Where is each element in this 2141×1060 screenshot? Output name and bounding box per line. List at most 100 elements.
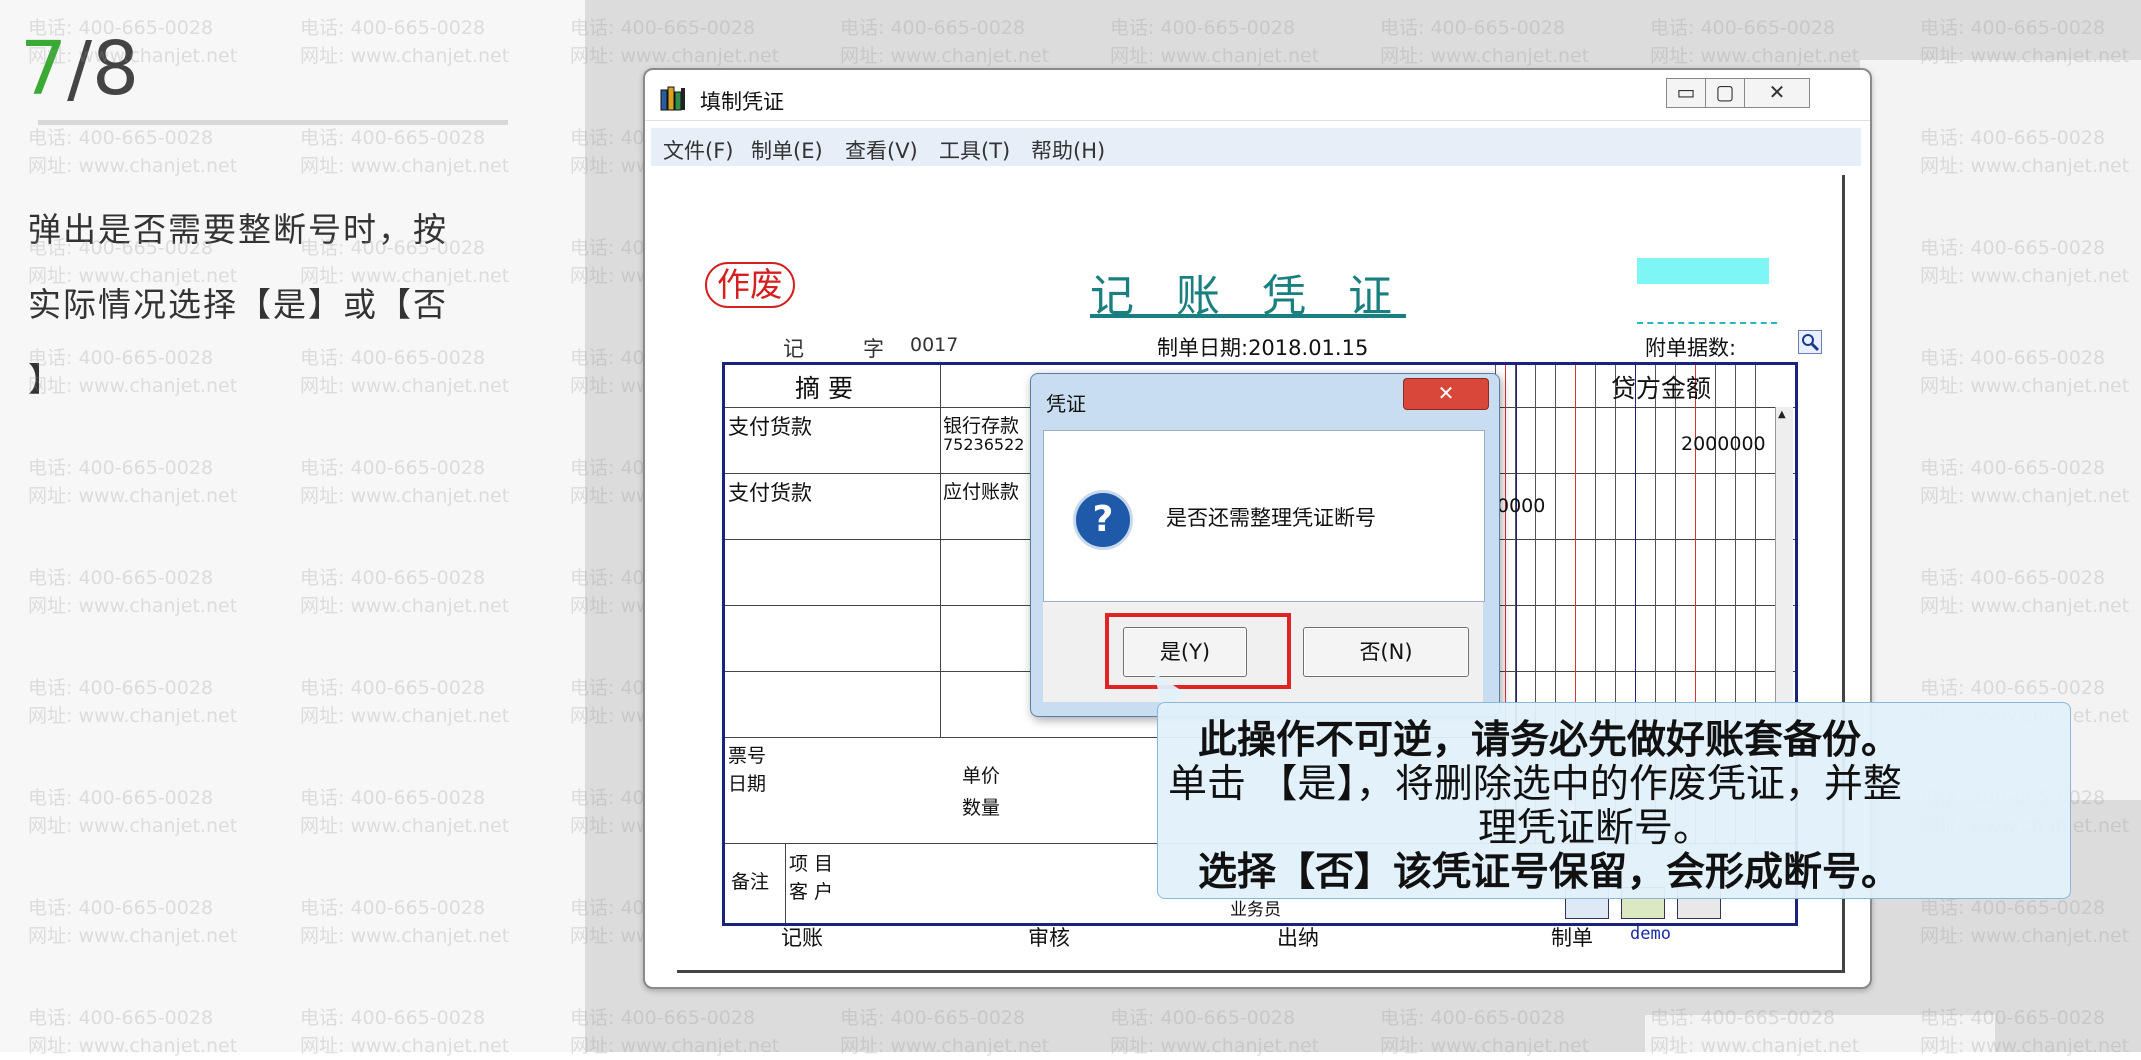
customer-label: 客 户 (789, 881, 834, 903)
ticket-date-label: 日期 (728, 773, 767, 795)
close-button[interactable]: ✕ (1744, 78, 1810, 108)
voucher-number[interactable]: 0017 (910, 334, 958, 356)
dialog-close-button[interactable]: ✕ (1403, 378, 1489, 410)
watermark-text: 电话: 400-665-0028 网址: www.chanjet.net (28, 894, 237, 950)
watermark-site: 网址: www.chanjet.net (28, 155, 238, 177)
watermark-phone: 电话: 400-665-0028 (300, 347, 486, 369)
watermark-text: 电话: 400-665-0028 网址: www.chanjet.net (28, 124, 237, 180)
menu-edit-voucher[interactable]: 制单(E) (751, 135, 823, 165)
yes-button[interactable]: 是(Y) (1123, 627, 1247, 677)
watermark-text: 电话: 400-665-0028 网址: www.chanjet.net (28, 674, 237, 730)
watermark-site: 网址: www.chanjet.net (1110, 1035, 1320, 1057)
watermark-phone: 电话: 400-665-0028 (840, 1007, 1026, 1029)
watermark-phone: 电话: 400-665-0028 (28, 567, 214, 589)
watermark-site: 网址: www.chanjet.net (300, 705, 510, 727)
watermark-text: 电话: 400-665-0028 网址: www.chanjet.net (1920, 454, 2129, 510)
row1-account-sub: 75236522 (943, 435, 1025, 454)
menu-help[interactable]: 帮助(H) (1031, 135, 1105, 165)
watermark-text: 电话: 400-665-0028 网址: www.chanjet.net (1920, 14, 2129, 70)
watermark-text: 电话: 400-665-0028 网址: www.chanjet.net (28, 14, 237, 70)
header-summary: 摘 要 (795, 374, 853, 403)
watermark-phone: 电话: 400-665-0028 (1920, 567, 2106, 589)
watermark-site: 网址: www.chanjet.net (28, 925, 238, 947)
watermark-site: 网址: www.chanjet.net (300, 1035, 510, 1057)
watermark-phone: 电话: 400-665-0028 (840, 17, 1026, 39)
restore-button[interactable]: ▢ (1705, 78, 1745, 108)
watermark-site: 网址: www.chanjet.net (1380, 1035, 1590, 1057)
row2-account[interactable]: 应付账款 (943, 477, 1019, 504)
minimize-button[interactable]: ▭ (1666, 78, 1706, 108)
watermark-site: 网址: www.chanjet.net (300, 815, 510, 837)
watermark-phone: 电话: 400-665-0028 (300, 567, 486, 589)
watermark-text: 电话: 400-665-0028 网址: www.chanjet.net (1110, 14, 1319, 70)
voucher-date[interactable]: 制单日期:2018.01.15 (1157, 332, 1368, 362)
watermark-phone: 电话: 400-665-0028 (300, 787, 486, 809)
watermark-phone: 电话: 400-665-0028 (1920, 677, 2106, 699)
menu-view[interactable]: 查看(V) (845, 135, 918, 165)
watermark-phone: 电话: 400-665-0028 (1650, 17, 1836, 39)
window-titlebar[interactable]: 填制凭证 ▭ ▢ ✕ (645, 70, 1870, 121)
watermark-text: 电话: 400-665-0028 网址: www.chanjet.net (300, 14, 509, 70)
row1-credit-amount[interactable]: 2000000 (1681, 433, 1766, 455)
scroll-up-arrow-icon[interactable]: ▲ (1778, 409, 1790, 421)
watermark-text: 电话: 400-665-0028 网址: www.chanjet.net (28, 784, 237, 840)
watermark-site: 网址: www.chanjet.net (28, 485, 238, 507)
tip-callout: 此操作不可逆，请务必先做好账套备份。 单击 【是】，将删除选中的作废凭证，并整 … (1157, 702, 2071, 899)
row2-debit-amount[interactable]: 0000 (1497, 495, 1545, 517)
bookkeeping-label: 记账 (781, 926, 823, 950)
watermark-phone: 电话: 400-665-0028 (300, 1007, 486, 1029)
watermark-text: 电话: 400-665-0028 网址: www.chanjet.net (300, 784, 509, 840)
row1-summary[interactable]: 支付货款 (728, 411, 812, 441)
dialog-message: 是否还需整理凭证断号 (1166, 506, 1376, 530)
project-label: 项 目 (789, 853, 834, 875)
watermark-phone: 电话: 400-665-0028 (300, 677, 486, 699)
grid-line (785, 843, 786, 923)
watermark-phone: 电话: 400-665-0028 (28, 347, 214, 369)
watermark-text: 电话: 400-665-0028 网址: www.chanjet.net (28, 344, 237, 400)
watermark-phone: 电话: 400-665-0028 (28, 787, 214, 809)
menu-file[interactable]: 文件(F) (663, 135, 733, 165)
unit-price-label: 单价 (962, 765, 1001, 787)
watermark-phone: 电话: 400-665-0028 (28, 457, 214, 479)
watermark-site: 网址: www.chanjet.net (570, 1035, 780, 1057)
vertical-scrollbar[interactable]: ▲ (1775, 407, 1793, 737)
remark-label: 备注 (731, 871, 770, 893)
grid-line (940, 365, 941, 737)
voucher-type[interactable]: 记 (783, 333, 804, 363)
row2-summary[interactable]: 支付货款 (728, 477, 812, 507)
question-icon: ? (1073, 490, 1133, 550)
watermark-site: 网址: www.chanjet.net (1920, 595, 2130, 617)
watermark-site: 网址: www.chanjet.net (1650, 45, 1860, 67)
ticket-no-label: 票号 (728, 745, 767, 767)
watermark-site: 网址: www.chanjet.net (28, 595, 238, 617)
watermark-site: 网址: www.chanjet.net (1920, 155, 2130, 177)
watermark-site: 网址: www.chanjet.net (1920, 265, 2130, 287)
watermark-site: 网址: www.chanjet.net (300, 925, 510, 947)
app-books-icon (659, 84, 687, 112)
dialog-title: 凭证 (1046, 392, 1086, 416)
watermark-site: 网址: www.chanjet.net (1920, 1035, 2130, 1057)
quantity-label: 数量 (962, 797, 1001, 819)
row1-account[interactable]: 银行存款 (943, 411, 1019, 438)
search-icon[interactable] (1798, 330, 1822, 354)
header-credit: 贷方金额 (1611, 374, 1712, 403)
watermark-text: 电话: 400-665-0028 网址: www.chanjet.net (1920, 564, 2129, 620)
watermark-text: 电话: 400-665-0028 网址: www.chanjet.net (300, 674, 509, 730)
watermark-phone: 电话: 400-665-0028 (300, 17, 486, 39)
watermark-site: 网址: www.chanjet.net (28, 815, 238, 837)
menu-tools[interactable]: 工具(T) (939, 135, 1010, 165)
watermark-text: 电话: 400-665-0028 网址: www.chanjet.net (300, 234, 509, 290)
no-button[interactable]: 否(N) (1303, 627, 1469, 677)
callout-line: 选择【否】该凭证号保留，会形成断号。 (1198, 850, 1901, 895)
watermark-phone: 电话: 400-665-0028 (1380, 1007, 1566, 1029)
watermark-site: 网址: www.chanjet.net (1650, 1035, 1860, 1057)
attachment-highlight (1637, 258, 1769, 284)
watermark-text: 电话: 400-665-0028 网址: www.chanjet.net (300, 564, 509, 620)
watermark-phone: 电话: 400-665-0028 (300, 457, 486, 479)
watermark-phone: 电话: 400-665-0028 (300, 237, 486, 259)
watermark-site: 网址: www.chanjet.net (300, 595, 510, 617)
watermark-phone: 电话: 400-665-0028 (1920, 457, 2106, 479)
watermark-text: 电话: 400-665-0028 网址: www.chanjet.net (28, 454, 237, 510)
watermark-site: 网址: www.chanjet.net (840, 1035, 1050, 1057)
watermark-site: 网址: www.chanjet.net (300, 155, 510, 177)
